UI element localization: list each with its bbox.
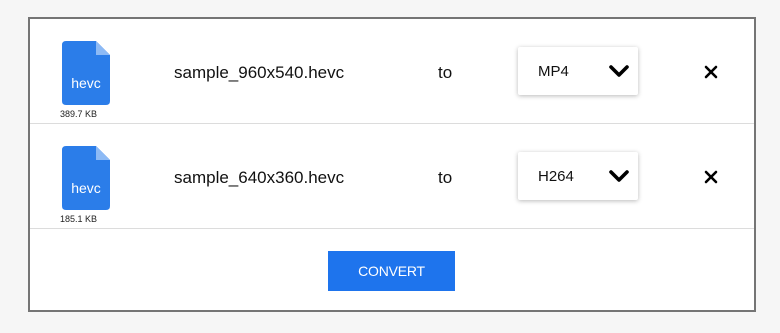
to-label: to [438,168,453,187]
hevc-file-icon: hevc [62,146,110,210]
file-name: sample_960x540.hevc [174,63,345,82]
remove-file-button[interactable] [702,168,720,186]
convert-button[interactable]: CONVERT [328,251,455,291]
close-icon [704,170,718,184]
hevc-file-icon: hevc [62,41,110,105]
close-icon [704,65,718,79]
output-format-select[interactable]: H264 [518,152,638,200]
selected-format: MP4 [538,63,569,80]
selected-format: H264 [538,168,574,185]
file-size: 389.7 KB [60,109,98,119]
file-extension-label: hevc [71,180,101,196]
remove-file-button[interactable] [702,63,720,81]
output-format-select[interactable]: MP4 [518,47,638,95]
file-size: 185.1 KB [60,214,98,224]
file-extension-label: hevc [71,75,101,91]
chevron-down-icon [608,168,630,184]
chevron-down-icon [608,63,630,79]
file-name: sample_640x360.hevc [174,168,345,187]
conversion-panel: hevc 389.7 KB sample_960x540.hevc to MP4 [28,17,756,312]
file-row: hevc 389.7 KB sample_960x540.hevc to MP4 [30,19,754,124]
to-label: to [438,63,453,82]
file-row: hevc 185.1 KB sample_640x360.hevc to H26… [30,124,754,229]
